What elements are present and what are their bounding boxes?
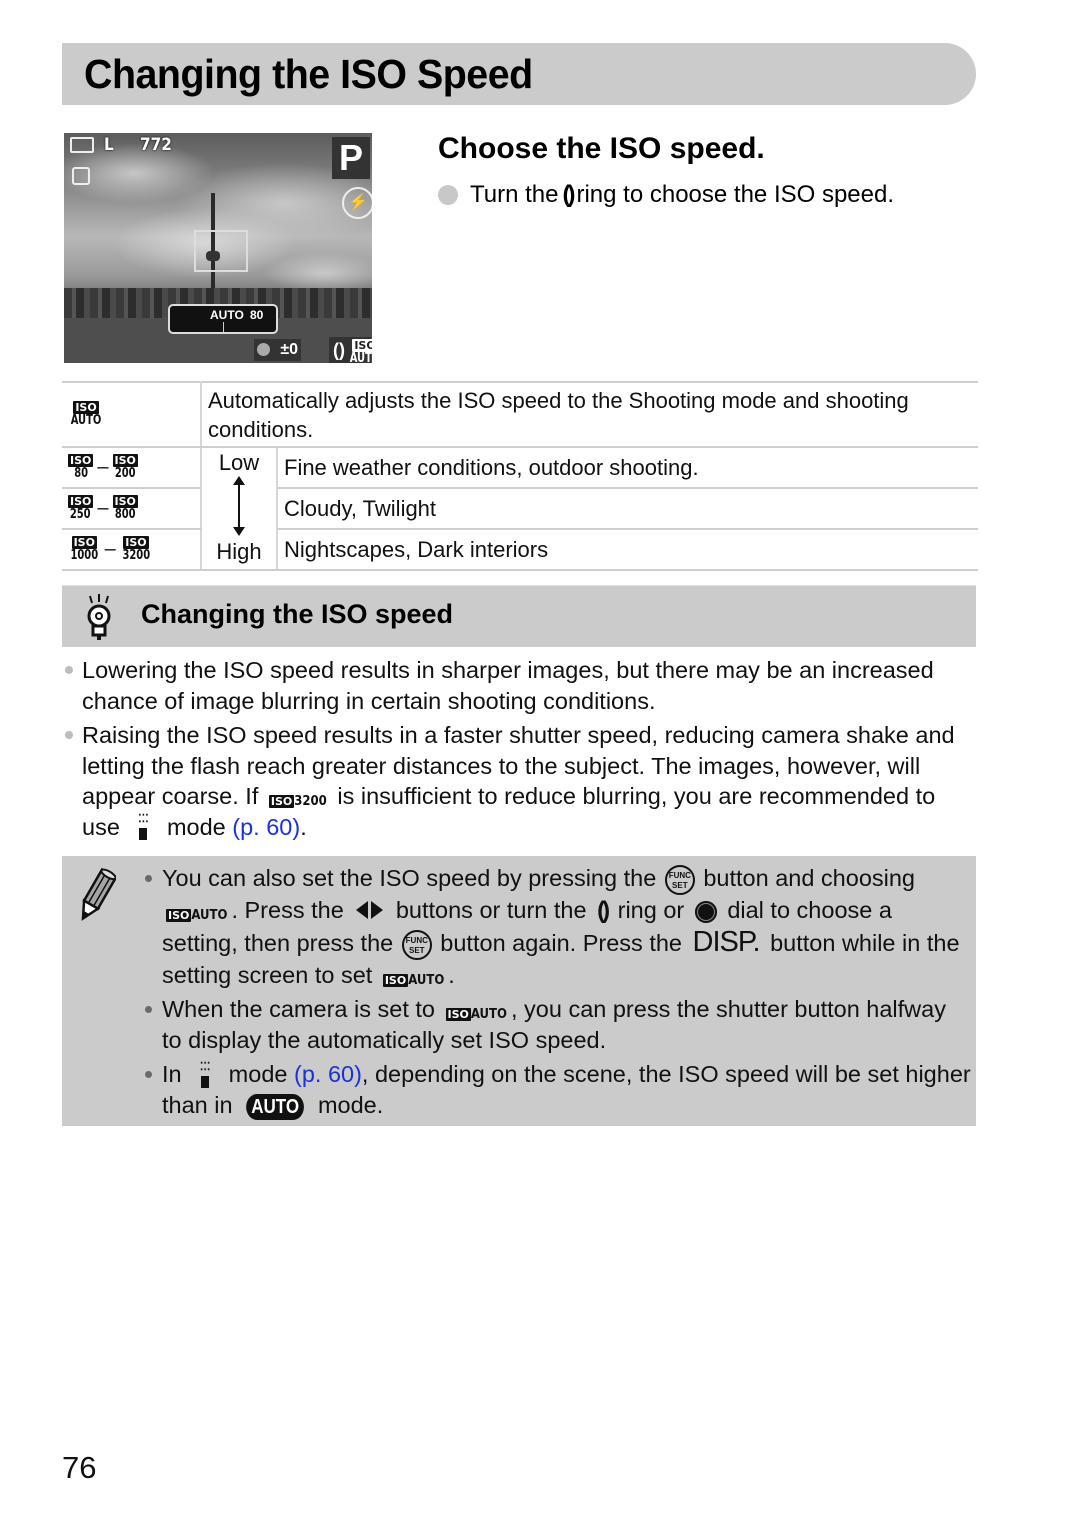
note-item: When the camera is set to ISO AUTO, you c…	[142, 994, 972, 1056]
iso-icon: ISO 1000	[70, 536, 99, 563]
iso-auto-icon: ISO AUTO	[70, 401, 102, 428]
iso-setting-indicator: () ISO AUTO	[329, 337, 372, 363]
iso-table: ISO AUTO Automatically adjusts the ISO s…	[62, 381, 978, 571]
step-bullet-icon	[438, 185, 458, 205]
hint-bullets: Lowering the ISO speed results in sharpe…	[62, 655, 978, 846]
table-row: ISO 1000– ISO 3200 Nightscapes, Dark interi…	[62, 528, 978, 571]
left-right-buttons-icon	[356, 896, 384, 927]
camera-lcd-preview: L 772 P ⚡ AUTO 80 ±0 () ISO AUTO	[64, 133, 372, 363]
func-set-button-icon: FUNC SET	[664, 864, 695, 895]
iso-auto-icon: ISO AUTO	[166, 907, 228, 923]
page-link-p60[interactable]: (p. 60)	[294, 1061, 362, 1087]
auto-mode-icon: AUTO	[246, 1093, 305, 1120]
low-light-mode-icon: ⁚⁚⁚	[132, 814, 154, 842]
iso-auto-icon: ISO AUTO	[382, 972, 445, 988]
page-title: Changing the ISO Speed	[84, 51, 533, 97]
control-ring-icon: ()	[597, 896, 610, 924]
iso-scale-auto: AUTO	[210, 308, 244, 322]
iso-3200-icon: ISO 3200	[268, 794, 327, 810]
camera-orientation-icon	[72, 167, 90, 185]
hint-bullet: Lowering the ISO speed results in sharpe…	[62, 655, 978, 716]
flash-off-icon: ⚡	[342, 187, 372, 219]
control-dial-icon	[694, 900, 717, 923]
control-dial-icon	[257, 343, 270, 356]
low-label: Low	[218, 450, 260, 475]
table-row: ISO 80– ISO 200 Low High Fine weather condi…	[62, 446, 978, 571]
table-row: ISO 250– ISO 800 Cloudy, Twilight	[62, 487, 978, 530]
quality-indicator: L	[104, 135, 114, 155]
low-light-mode-icon: ⁚⁚⁚	[194, 1061, 216, 1090]
iso-icon: ISO 200	[112, 454, 138, 481]
high-label: High	[216, 539, 262, 564]
double-arrow-icon	[233, 476, 245, 536]
ring-icon: ()	[333, 340, 345, 360]
iso-icon: ISO 80	[68, 454, 94, 481]
iso-icon: ISO 250	[68, 495, 94, 522]
iso-scale-80: 80	[250, 308, 264, 322]
exposure-comp-value: ±0	[280, 341, 298, 358]
page-number: 76	[62, 1450, 97, 1485]
sky-clouds	[64, 133, 372, 299]
iso-auto-icon: ISO AUTO	[347, 339, 372, 363]
table-cell-description: Cloudy, Twilight	[277, 487, 978, 530]
iso-scale-bar: AUTO 80	[168, 304, 278, 334]
hint-bullet: Raising the ISO speed results in a faste…	[62, 720, 978, 842]
battery-icon	[70, 137, 94, 153]
table-row: ISO AUTO Automatically adjusts the ISO s…	[62, 381, 978, 448]
hint-header: Changing the ISO speed	[62, 585, 976, 647]
lightbulb-icon	[87, 594, 111, 640]
note-box: You can also set the ISO speed by pressi…	[62, 856, 976, 1126]
iso-auto-icon: ISO AUTO	[445, 1006, 507, 1022]
low-high-scale: Low High	[201, 446, 278, 571]
iso-scale-tick	[223, 322, 224, 332]
step-instruction: Turn the () ring to choose the ISO speed…	[438, 181, 894, 209]
pencil-note-icon	[81, 868, 116, 921]
table-cell-description: Automatically adjusts the ISO speed to t…	[201, 381, 978, 448]
control-ring-icon: ()	[562, 181, 576, 208]
disp-button-icon: DISP.	[692, 926, 761, 959]
shooting-mode-indicator: P	[332, 137, 370, 179]
exposure-comp: ±0	[254, 339, 301, 361]
shots-remaining: 772	[140, 135, 172, 155]
page-link-p60[interactable]: (p. 60)	[232, 814, 300, 840]
title-band: Changing the ISO Speed	[62, 43, 976, 105]
func-set-button-icon: FUNC SET	[401, 929, 432, 960]
af-frame	[194, 230, 248, 272]
note-item: You can also set the ISO speed by pressi…	[142, 863, 972, 991]
table-cell-description: Nightscapes, Dark interiors	[277, 528, 978, 571]
hint-title: Changing the ISO speed	[141, 599, 454, 629]
note-item: In ⁚⁚⁚ mode (p. 60), depending on the sc…	[142, 1059, 972, 1121]
iso-icon: ISO 800	[112, 495, 138, 522]
step-title: Choose the ISO speed.	[438, 132, 765, 165]
table-cell-description: Fine weather conditions, outdoor shootin…	[277, 446, 978, 489]
iso-icon: ISO 3200	[122, 536, 150, 563]
